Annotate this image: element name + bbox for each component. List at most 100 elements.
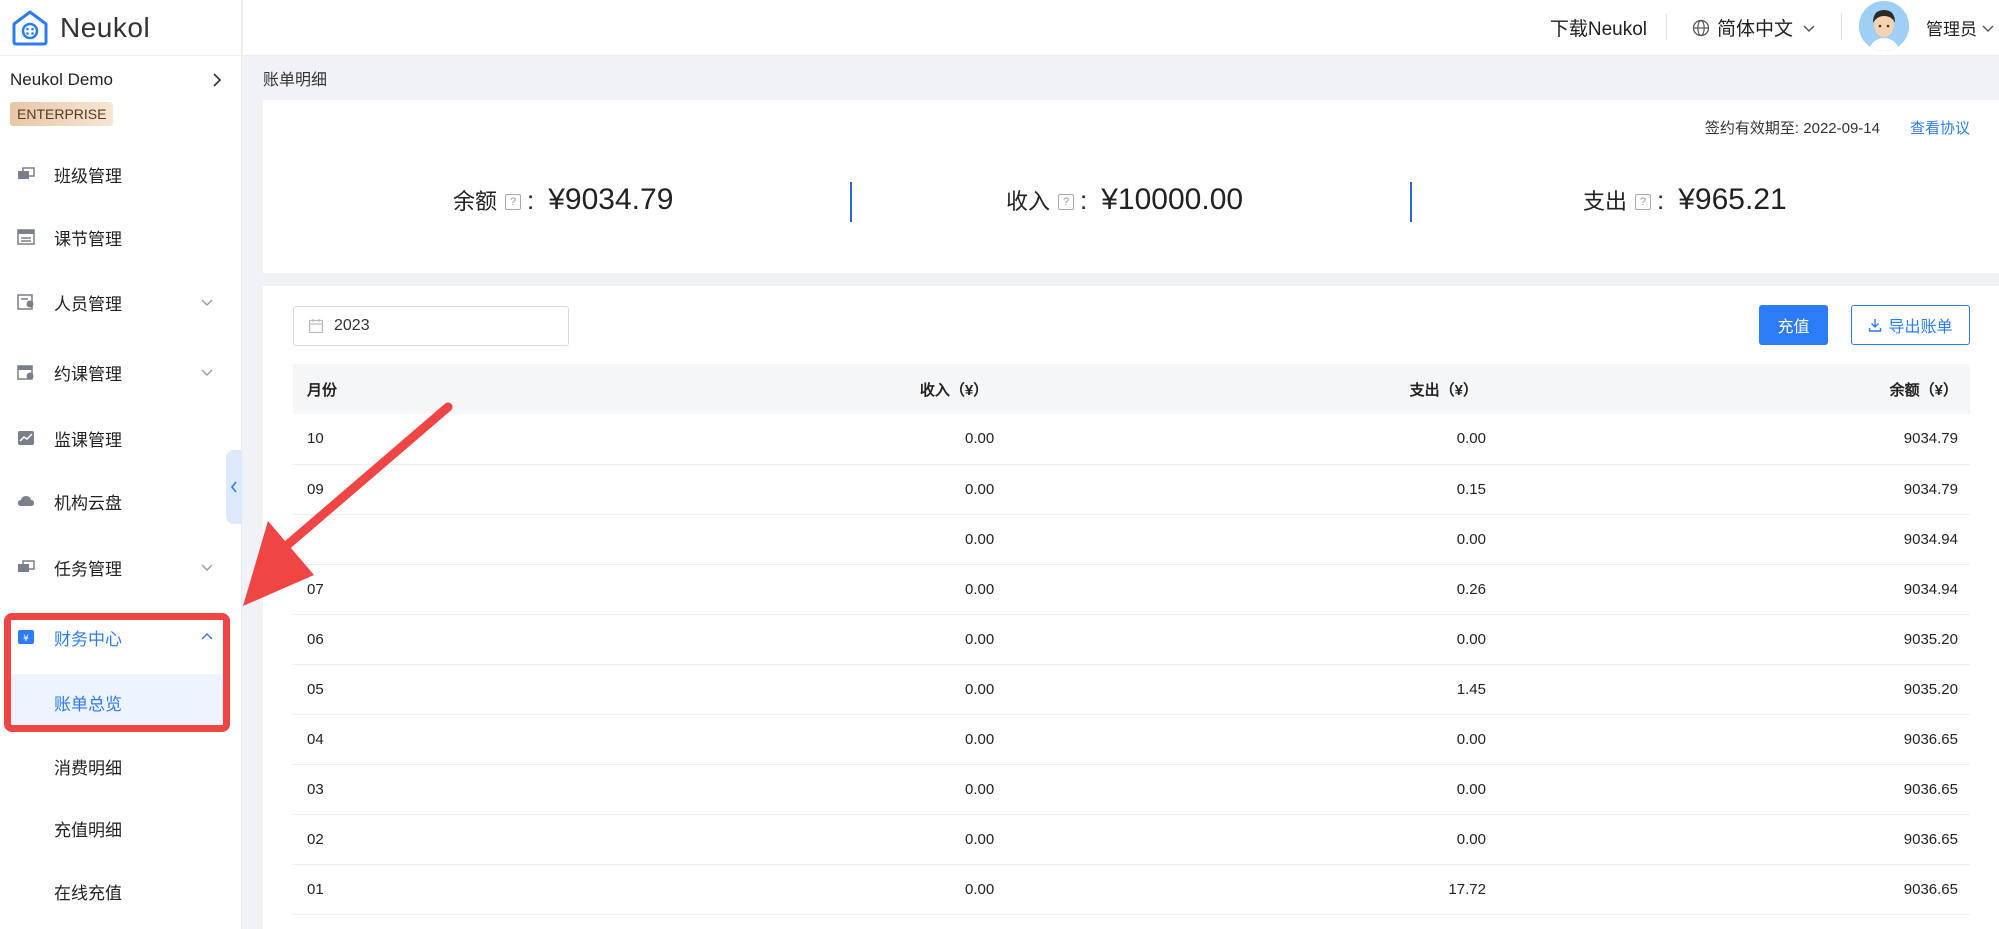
download-icon (1869, 319, 1882, 332)
table-row: 10 0.00 0.00 9034.79 (293, 414, 1970, 465)
bill-panel: 2023 充值 导出账单 月份 收入（¥） 支出（¥） 余额（¥） 10 0.00… (263, 286, 1999, 929)
col-balance[interactable]: 余额（¥） (1494, 364, 1970, 414)
submenu-online-recharge[interactable]: 在线充值 (0, 861, 230, 921)
submenu-consumption-detail[interactable]: 消费明细 (0, 736, 230, 796)
sidebar-item-task[interactable]: 任务管理 (0, 542, 240, 592)
cell-expense: 0.00 (994, 764, 1494, 815)
stat-income: 收入 ? : ¥10000.00 (1006, 183, 1243, 217)
chevron-right-icon (213, 73, 222, 87)
sidebar-item-monitor[interactable]: 监课管理 (0, 413, 240, 463)
brand-name: Neukol (60, 11, 151, 43)
download-link[interactable]: 下载Neukol (1550, 14, 1647, 41)
help-icon[interactable]: ? (1058, 194, 1075, 210)
cell-expense: 0.00 (994, 514, 1494, 565)
sidebar-item-label: 班级管理 (54, 166, 122, 186)
sidebar-item-label: 监课管理 (54, 430, 122, 450)
cell-expense: 17.72 (994, 864, 1494, 915)
header-divider (1841, 14, 1842, 40)
chevron-down-icon (201, 564, 213, 571)
col-month[interactable]: 月份 (293, 364, 554, 414)
stat-divider (850, 182, 852, 222)
sidebar-item-label: 机构云盘 (54, 493, 122, 513)
view-agreement-link[interactable]: 查看协议 (1910, 117, 1970, 138)
stat-label: 余额 (453, 189, 498, 214)
logo-row[interactable]: Neukol (0, 0, 241, 56)
top-header: 下载Neukol 简体中文 管理员 (243, 0, 1999, 56)
submenu-recharge-detail[interactable]: 充值明细 (0, 798, 230, 858)
table-row: 01 0.00 17.72 9036.65 (293, 864, 1970, 915)
sidebar-item-cloud[interactable]: 机构云盘 (0, 476, 240, 526)
submenu-label: 在线充值 (54, 883, 122, 903)
stat-colon: : (1657, 184, 1665, 215)
table-row: 07 0.00 0.26 9034.94 (293, 564, 1970, 615)
sidebar-item-label: 任务管理 (54, 559, 122, 579)
cell-income: 0.00 (553, 664, 995, 715)
cell-balance: 9034.94 (1493, 514, 1970, 565)
recharge-button[interactable]: 充值 (1759, 305, 1828, 345)
cell-balance: 9036.65 (1493, 864, 1970, 915)
table-header-row: 月份 收入（¥） 支出（¥） 余额（¥） (293, 364, 1970, 414)
stat-colon: : (1080, 184, 1088, 215)
monitor-icon (18, 431, 34, 445)
sidebar-item-people[interactable]: 人员管理 (0, 277, 240, 327)
sidebar-item-booking[interactable]: 约课管理 (0, 347, 240, 397)
stat-expense: 支出 ? : ¥965.21 (1583, 183, 1787, 217)
calendar-icon (308, 319, 324, 334)
breadcrumb: 账单明细 (263, 72, 328, 89)
sidebar-item-label: 人员管理 (54, 294, 122, 314)
cell-month: 04 (293, 714, 554, 765)
chevron-down-icon (1803, 24, 1815, 32)
cell-income: 0.00 (553, 464, 995, 515)
cell-month: 06 (293, 614, 554, 665)
booking-icon (17, 365, 34, 380)
cell-balance: 9036.65 (1493, 714, 1970, 765)
sidebar-item-lesson[interactable]: 课节管理 (0, 212, 240, 262)
user-name: 管理员 (1926, 20, 1977, 39)
year-value: 2023 (334, 317, 370, 334)
cell-balance: 9035.20 (1493, 614, 1970, 665)
header-divider (1666, 14, 1667, 40)
org-switcher[interactable]: Neukol Demo (10, 70, 225, 90)
class-icon (18, 167, 35, 179)
help-icon[interactable]: ? (505, 194, 522, 210)
sidebar: Neukol Neukol Demo ENTERPRISE 班级管理 课节管理 … (0, 0, 242, 929)
chevron-down-icon (201, 369, 213, 376)
export-label: 导出账单 (1888, 319, 1953, 336)
col-expense[interactable]: 支出（¥） (994, 364, 1494, 414)
table-row: 0.00 0.00 9034.94 (293, 514, 1970, 565)
cell-income: 0.00 (553, 564, 995, 615)
cell-income: 0.00 (553, 514, 995, 565)
export-bill-button[interactable]: 导出账单 (1851, 305, 1970, 345)
cell-expense: 0.26 (994, 564, 1494, 615)
table-row: 02 0.00 0.00 9036.65 (293, 814, 1970, 865)
cell-month: 05 (293, 664, 554, 715)
stat-colon: : (527, 184, 535, 215)
sidebar-item-class[interactable]: 班级管理 (0, 149, 240, 199)
cell-expense: 0.00 (994, 814, 1494, 865)
table-row: 04 0.00 0.00 9036.65 (293, 714, 1970, 765)
cell-expense: 0.15 (994, 464, 1494, 515)
cell-expense: 0.00 (994, 614, 1494, 665)
submenu-label: 充值明细 (54, 820, 122, 840)
cell-balance: 9036.65 (1493, 764, 1970, 815)
language-switcher[interactable]: 简体中文 (1692, 14, 1817, 41)
chevron-down-icon (1982, 25, 1994, 32)
col-income[interactable]: 收入（¥） (554, 364, 994, 414)
cell-month: 07 (293, 564, 554, 615)
stat-label: 支出 (1583, 189, 1628, 214)
table-row: 09 0.00 0.15 9034.79 (293, 464, 1970, 515)
cell-month: 03 (293, 764, 554, 815)
user-menu[interactable]: 管理员 (1926, 15, 1995, 40)
cell-month: 10 (293, 414, 554, 465)
chevron-left-icon (230, 481, 237, 493)
cell-income: 0.00 (553, 814, 995, 865)
help-icon[interactable]: ? (1635, 194, 1652, 210)
cell-balance: 9034.79 (1493, 464, 1970, 515)
table-row: 05 0.00 1.45 9035.20 (293, 664, 1970, 715)
avatar[interactable] (1859, 1, 1909, 51)
stat-divider (1410, 182, 1412, 222)
year-picker[interactable]: 2023 (293, 306, 569, 346)
language-label: 简体中文 (1716, 19, 1793, 40)
sidebar-collapse-toggle[interactable] (226, 450, 242, 524)
cell-income: 0.00 (553, 764, 995, 815)
